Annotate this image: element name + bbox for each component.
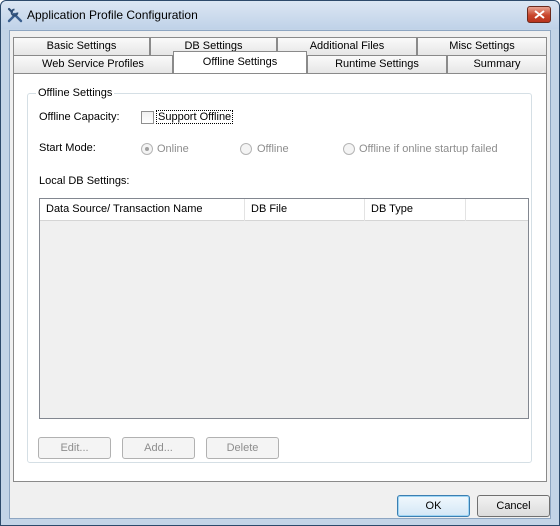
column-header-db-type[interactable]: DB Type — [365, 199, 466, 221]
start-mode-offline-if-failed-label: Offline if online startup failed — [359, 143, 498, 155]
close-icon — [534, 10, 545, 19]
edit-button[interactable]: Edit... — [38, 437, 111, 459]
offline-capacity-label: Offline Capacity: — [39, 111, 120, 123]
window-title: Application Profile Configuration — [27, 8, 198, 22]
column-header-data-source[interactable]: Data Source/ Transaction Name — [40, 199, 245, 221]
tab-runtime-settings[interactable]: Runtime Settings — [307, 55, 447, 73]
support-offline-checkbox[interactable] — [141, 111, 154, 124]
start-mode-label: Start Mode: — [39, 142, 96, 154]
tab-basic-settings[interactable]: Basic Settings — [13, 37, 150, 55]
tools-icon — [6, 6, 24, 24]
close-button[interactable] — [527, 6, 551, 23]
tab-offline-settings[interactable]: Offline Settings — [173, 51, 307, 73]
title-bar[interactable]: Application Profile Configuration — [1, 1, 559, 29]
start-mode-offline-if-failed-radio[interactable] — [343, 143, 355, 155]
tab-misc-settings[interactable]: Misc Settings — [417, 37, 547, 55]
tab-web-service-profiles[interactable]: Web Service Profiles — [13, 55, 173, 73]
tab-panel-offline-settings: Offline Settings Offline Capacity: Suppo… — [13, 73, 547, 482]
start-mode-offline-radio[interactable] — [240, 143, 252, 155]
column-header-db-file[interactable]: DB File — [245, 199, 365, 221]
local-db-listview[interactable]: Data Source/ Transaction Name DB File DB… — [39, 198, 529, 419]
support-offline-label[interactable]: Support Offline — [155, 110, 234, 124]
cancel-button[interactable]: Cancel — [477, 495, 550, 517]
start-mode-offline-label: Offline — [257, 143, 289, 155]
tab-summary[interactable]: Summary — [447, 55, 547, 73]
listview-header: Data Source/ Transaction Name DB File DB… — [40, 199, 528, 221]
dialog-client-area: Basic Settings DB Settings Additional Fi… — [9, 30, 551, 519]
start-mode-online-radio[interactable] — [141, 143, 153, 155]
ok-button[interactable]: OK — [397, 495, 470, 517]
start-mode-online-label: Online — [157, 143, 189, 155]
add-button[interactable]: Add... — [122, 437, 195, 459]
group-title: Offline Settings — [36, 87, 115, 99]
delete-button[interactable]: Delete — [206, 437, 279, 459]
offline-settings-group: Offline Settings Offline Capacity: Suppo… — [27, 87, 532, 463]
local-db-settings-label: Local DB Settings: — [39, 175, 130, 187]
dialog-window: Application Profile Configuration Basic … — [0, 0, 560, 526]
